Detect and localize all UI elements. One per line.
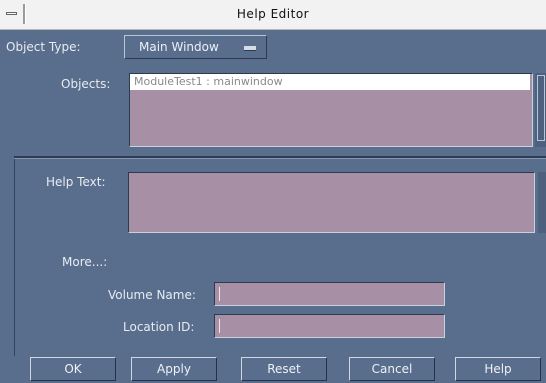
volume-name-label: Volume Name: (108, 288, 196, 302)
location-id-label: Location ID: (123, 320, 195, 334)
objects-scrollbar[interactable] (535, 73, 546, 147)
title-bar[interactable]: Help Editor (0, 0, 546, 30)
help-button[interactable]: Help (455, 357, 541, 381)
ok-button[interactable]: OK (30, 357, 116, 381)
more-label: More...: (62, 255, 108, 269)
volume-name-field[interactable] (214, 282, 445, 306)
text-cursor (219, 287, 220, 301)
cancel-button[interactable]: Cancel (349, 357, 435, 381)
text-cursor (219, 319, 220, 333)
scrollbar-thumb[interactable] (537, 75, 545, 141)
help-text-area[interactable] (128, 172, 535, 233)
help-text-label: Help Text: (46, 175, 106, 189)
option-menu-indicator-icon (244, 46, 256, 51)
help-text-scrollbar[interactable] (538, 172, 546, 233)
objects-label: Objects: (61, 77, 111, 91)
section-separator (14, 156, 546, 159)
left-divider (14, 156, 15, 356)
object-type-value: Main Window (139, 40, 219, 54)
object-type-label: Object Type: (6, 40, 81, 54)
location-id-field[interactable] (214, 314, 445, 338)
list-item[interactable]: ModuleTest1 : mainwindow (130, 74, 530, 90)
window-title: Help Editor (236, 7, 310, 21)
help-editor-window: Help Editor Object Type: Main Window Obj… (0, 0, 546, 383)
object-type-option-menu[interactable]: Main Window (124, 35, 267, 59)
objects-list[interactable]: ModuleTest1 : mainwindow (129, 73, 533, 147)
apply-button[interactable]: Apply (131, 357, 217, 381)
reset-button[interactable]: Reset (241, 357, 327, 381)
